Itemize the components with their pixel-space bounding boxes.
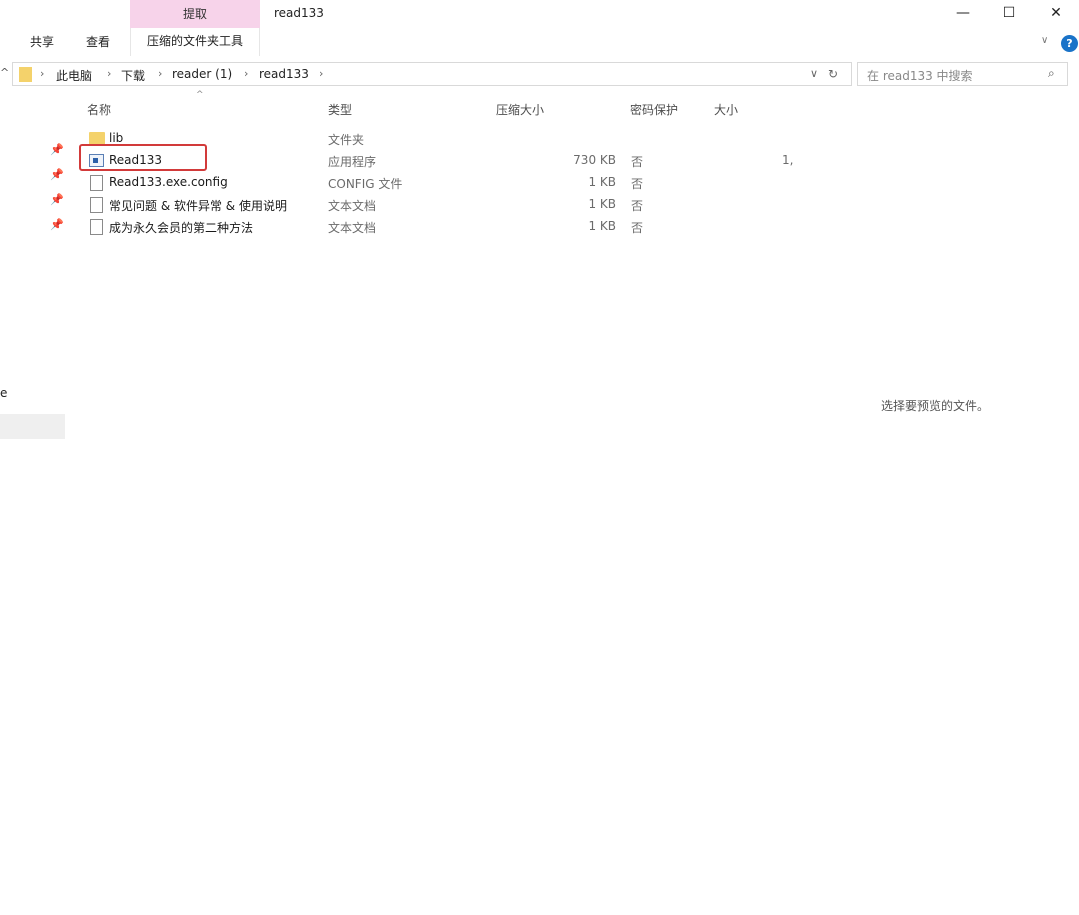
file-name: lib — [109, 131, 124, 145]
context-tab-extract[interactable]: 提取 — [130, 0, 260, 28]
ribbon-collapse-chevron-icon[interactable]: ∨ — [1041, 35, 1048, 46]
preview-pane-message: 选择要预览的文件。 — [881, 399, 990, 413]
address-bar[interactable]: › 此电脑 › 下载 › reader (1) › read133 › ∨ ↻ — [12, 62, 852, 86]
chevron-right-icon[interactable]: › — [158, 67, 162, 80]
file-size: 1, — [782, 153, 794, 167]
file-type: 文件夹 — [328, 133, 365, 147]
file-name: Read133.exe.config — [109, 175, 228, 189]
tab-view[interactable]: 查看 — [86, 33, 110, 50]
tab-compressed-folder-tools[interactable]: 压缩的文件夹工具 — [130, 28, 260, 56]
file-compressed-size: 730 KB — [573, 153, 616, 167]
chevron-right-icon[interactable]: › — [107, 67, 111, 80]
column-header-type[interactable]: 类型 — [328, 101, 352, 118]
file-password-protected: 否 — [631, 221, 644, 235]
ribbon-tabs: 共享 查看 压缩的文件夹工具 — [0, 28, 1079, 56]
close-button[interactable]: ✕ — [1033, 2, 1079, 24]
text-file-icon — [90, 219, 103, 235]
file-compressed-size: 1 KB — [588, 175, 616, 189]
window-title: read133 — [274, 6, 324, 20]
chevron-right-icon[interactable]: › — [244, 67, 248, 80]
search-icon[interactable]: ⌕ — [1048, 66, 1055, 81]
search-placeholder: 在 read133 中搜索 — [867, 69, 973, 83]
search-input[interactable]: 在 read133 中搜索 ⌕ — [857, 62, 1068, 86]
file-type: CONFIG 文件 — [328, 177, 403, 191]
file-compressed-size: 1 KB — [588, 219, 616, 233]
breadcrumb-this-pc[interactable]: 此电脑 — [56, 67, 92, 84]
sort-ascending-icon: ^ — [196, 90, 204, 100]
pin-icon[interactable]: 📌 — [50, 218, 64, 231]
file-name: 成为永久会员的第二种方法 — [109, 221, 254, 235]
breadcrumb-downloads[interactable]: 下载 — [121, 67, 145, 84]
nav-pane-fragment[interactable]: e — [0, 386, 7, 400]
file-row[interactable]: Read133.exe.config CONFIG 文件 1 KB 否 — [80, 172, 800, 194]
help-icon[interactable]: ? — [1061, 35, 1078, 52]
minimize-button[interactable]: — — [940, 2, 986, 24]
pin-icon[interactable]: 📌 — [50, 193, 64, 206]
address-row: ^ › 此电脑 › 下载 › reader (1) › read133 › ∨ … — [0, 62, 1079, 86]
pin-icon[interactable]: 📌 — [50, 143, 64, 156]
dropdown-chevron-icon[interactable]: ∨ — [810, 67, 818, 80]
file-compressed-size: 1 KB — [588, 197, 616, 211]
file-type: 文本文档 — [328, 221, 377, 235]
nav-pane-selected-item[interactable] — [0, 414, 65, 439]
title-bar: 提取 read133 — ☐ ✕ — [0, 0, 1079, 30]
file-type: 文本文档 — [328, 199, 377, 213]
breadcrumb-read133[interactable]: read133 — [259, 67, 309, 81]
file-password-protected: 否 — [631, 199, 644, 213]
column-header-compressed-size[interactable]: 压缩大小 — [496, 101, 544, 118]
file-row[interactable]: 成为永久会员的第二种方法 文本文档 1 KB 否 — [80, 216, 800, 238]
text-file-icon — [90, 197, 103, 213]
file-icon — [90, 175, 103, 191]
file-password-protected: 否 — [631, 177, 644, 191]
column-header-name[interactable]: 名称 — [87, 101, 111, 118]
column-header-password-protected[interactable]: 密码保护 — [630, 101, 678, 118]
column-header-size[interactable]: 大小 — [714, 101, 738, 118]
file-name: 常见问题 & 软件异常 & 使用说明 — [109, 199, 287, 213]
breadcrumb-reader[interactable]: reader (1) — [172, 67, 232, 81]
pin-icon[interactable]: 📌 — [50, 168, 64, 181]
highlight-box — [79, 144, 207, 171]
file-password-protected: 否 — [631, 155, 644, 169]
file-row[interactable]: 常见问题 & 软件异常 & 使用说明 文本文档 1 KB 否 — [80, 194, 800, 216]
refresh-icon[interactable]: ↻ — [828, 67, 838, 81]
folder-icon — [19, 67, 32, 82]
file-type: 应用程序 — [328, 155, 377, 169]
tab-share[interactable]: 共享 — [30, 33, 54, 50]
maximize-button[interactable]: ☐ — [986, 2, 1032, 24]
chevron-right-icon[interactable]: › — [40, 67, 44, 80]
up-arrow-icon[interactable]: ^ — [0, 66, 9, 79]
chevron-right-icon[interactable]: › — [319, 67, 323, 80]
